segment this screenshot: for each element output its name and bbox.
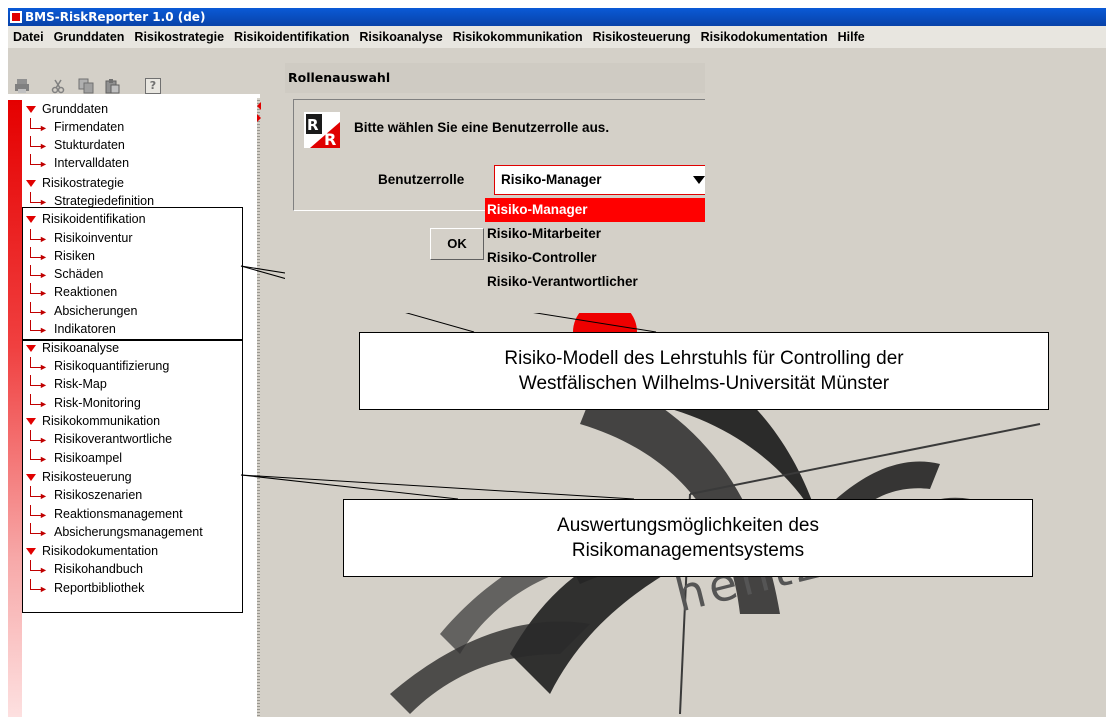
arrow-icon: ► [39,123,48,133]
collapse-left-icon[interactable] [257,102,261,110]
panel-splitter[interactable] [257,98,261,717]
menu-risikoidentifikation[interactable]: Risikoidentifikation [229,30,354,44]
ok-button[interactable]: OK [430,228,484,260]
expanded-icon [26,106,36,114]
callout-line: Risikomanagementsystems [571,540,805,561]
menu-datei[interactable]: Datei [8,30,49,44]
role-option[interactable]: Risiko-Controller [485,246,705,270]
dialog-title: Rollenauswahl [285,63,705,93]
cut-icon[interactable] [50,78,66,94]
help-icon[interactable]: ? [145,78,161,94]
expand-right-icon[interactable] [257,114,261,122]
copy-icon[interactable] [78,78,94,94]
menu-bar: Datei Grunddaten Risikostrategie Risikoi… [8,26,1106,48]
tree-item-firmendaten[interactable]: ► Firmendaten [22,118,124,136]
role-dropdown-list: Risiko-Manager Risiko-Mitarbeiter Risiko… [485,198,705,296]
annotation-box-identifikation [22,207,243,341]
role-select[interactable]: Risiko-Manager [494,165,705,195]
role-option[interactable]: Risiko-Mitarbeiter [485,222,705,246]
callout-line: Westfälischen Wilhelms-Universität Münst… [518,373,890,394]
sidebar-accent-strip [8,100,22,717]
arrow-icon: ► [39,159,48,169]
tree-node-grunddaten[interactable]: Grunddaten [22,100,108,118]
dialog-content-panel: R R Bitte wählen Sie eine Benutzerrolle … [293,99,705,211]
annotation-box-analyse [22,339,243,613]
tree-node-risikostrategie[interactable]: Risikostrategie [22,174,124,192]
paste-icon[interactable] [104,78,120,94]
dropdown-arrow-icon[interactable] [693,176,705,184]
app-icon [10,11,22,23]
role-option[interactable]: Risiko-Verantwortlicher [485,270,705,294]
menu-risikosteuerung[interactable]: Risikosteuerung [588,30,696,44]
print-icon[interactable] [14,78,30,94]
expanded-icon [26,180,36,188]
role-label: Benutzerrolle [378,172,465,187]
dialog-message: Bitte wählen Sie eine Benutzerrolle aus. [354,120,610,135]
callout-auswertung: Auswertungsmöglichkeiten des Risikomanag… [343,499,1033,577]
callout-line: Risiko-Modell des Lehrstuhls für Control… [504,348,904,369]
menu-risikoanalyse[interactable]: Risikoanalyse [354,30,447,44]
arrow-icon: ► [39,141,48,151]
svg-text:R: R [324,130,336,148]
tree-item-intervalldaten[interactable]: ► Intervalldaten [22,154,129,172]
app-logo-icon: R R [304,112,340,149]
menu-risikodokumentation[interactable]: Risikodokumentation [696,30,833,44]
role-option[interactable]: Risiko-Manager [485,198,705,222]
callout-risiko-modell: Risiko-Modell des Lehrstuhls für Control… [359,332,1049,410]
menu-grunddaten[interactable]: Grunddaten [49,30,130,44]
window-title: BMS-RiskReporter 1.0 (de) [25,10,206,24]
menu-hilfe[interactable]: Hilfe [833,30,870,44]
menu-risikostrategie[interactable]: Risikostrategie [129,30,229,44]
role-select-value: Risiko-Manager [501,172,602,187]
callout-line: Auswertungsmöglichkeiten des [557,515,819,536]
tree-item-stukturdaten[interactable]: ► Stukturdaten [22,136,125,154]
menu-risikokommunikation[interactable]: Risikokommunikation [448,30,588,44]
title-bar: BMS-RiskReporter 1.0 (de) [8,8,1106,26]
svg-text:R: R [307,116,319,134]
arrow-icon: ► [39,197,48,207]
